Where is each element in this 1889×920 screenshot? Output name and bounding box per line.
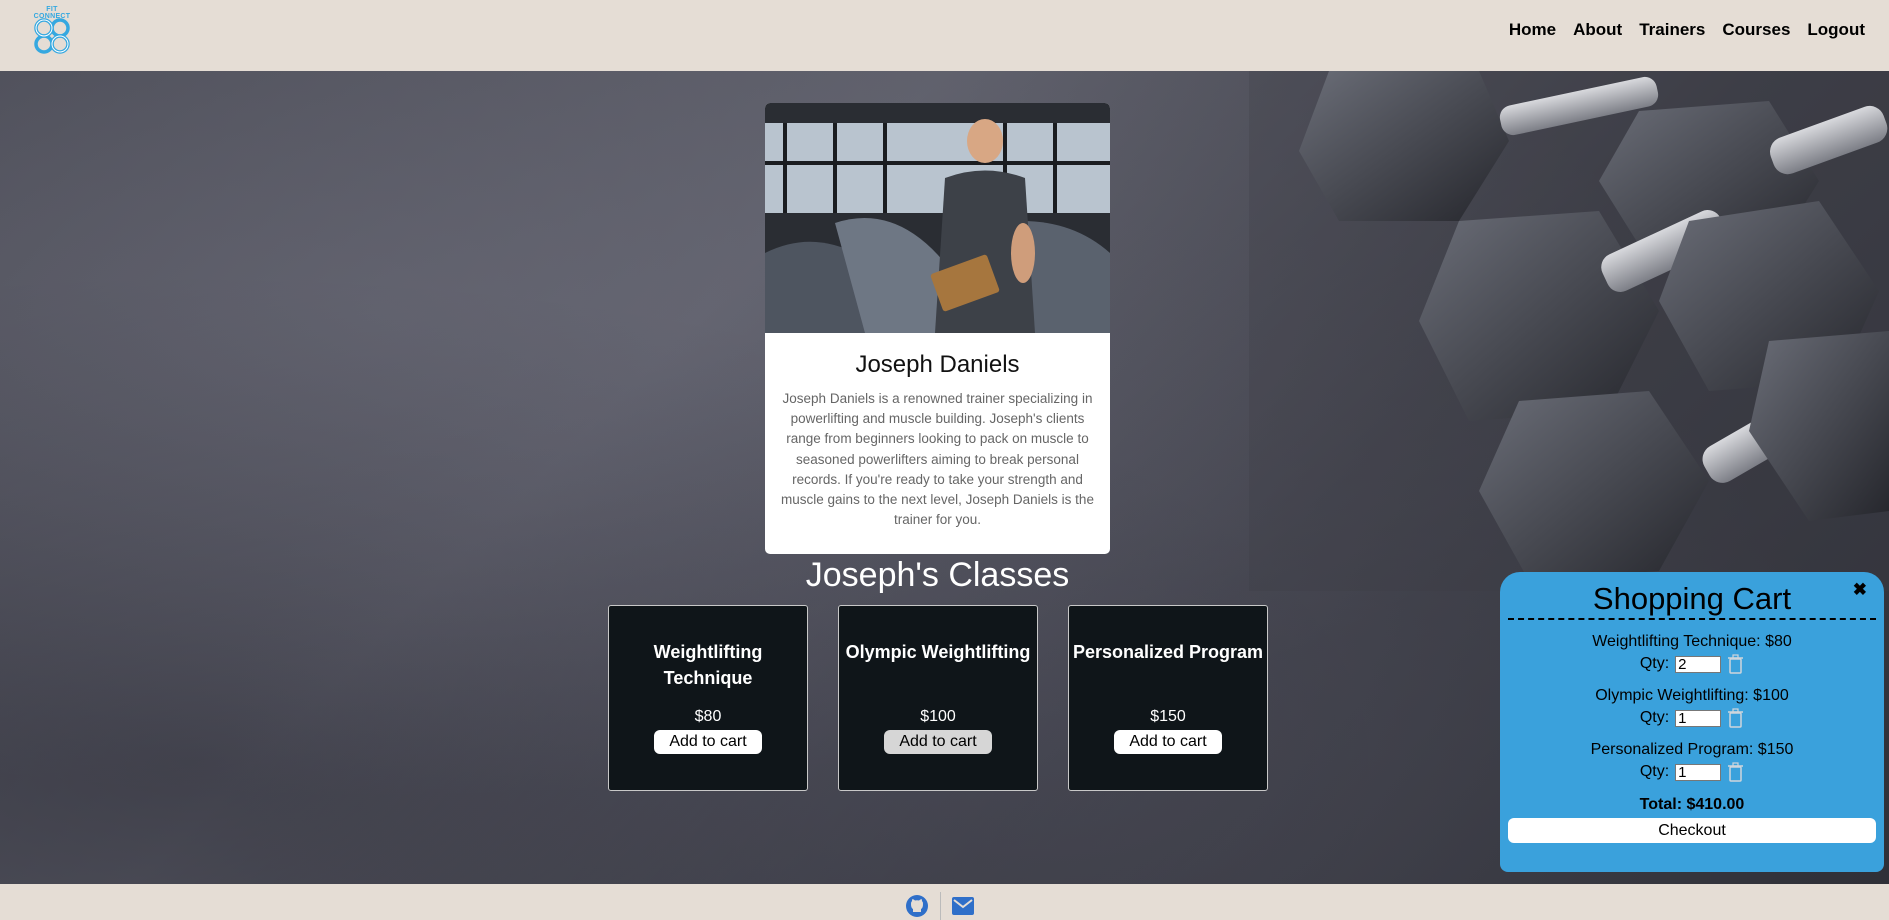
qty-label: Qty: [1639,763,1670,780]
qty-row: Qty: [1500,708,1884,728]
mail-icon[interactable] [952,897,974,915]
add-to-cart-button[interactable]: Add to cart [884,730,992,754]
qty-row: Qty: [1500,762,1884,782]
trash-icon[interactable] [1727,708,1744,728]
trainer-name: Joseph Daniels [855,351,1020,378]
class-price: $80 [694,708,722,725]
github-icon[interactable] [905,894,929,918]
footer-separator [940,892,941,920]
cart-item-label: Weightlifting Technique: $80 [1592,633,1792,650]
nav-logout-link[interactable]: Logout [1807,20,1865,40]
qty-label: Qty: [1639,709,1670,726]
cart-item: Personalized Program: $150 Qty: [1500,741,1884,782]
nav-trainers-link[interactable]: Trainers [1639,20,1705,40]
trainer-bio: Joseph Daniels is a renowned trainer spe… [781,391,1094,528]
class-card-olympic-weightlifting: Olympic Weightlifting $100 Add to cart [838,605,1038,791]
trainer-photo [765,103,1110,333]
qty-row: Qty: [1500,654,1884,674]
footer-icons [905,892,974,920]
add-to-cart-button[interactable]: Add to cart [1114,730,1222,754]
shopping-cart-panel: ✖ Shopping Cart Weightlifting Technique:… [1500,572,1884,872]
qty-input[interactable] [1675,709,1722,727]
cart-item: Olympic Weightlifting: $100 Qty: [1500,687,1884,728]
nav-home-link[interactable]: Home [1509,20,1556,40]
class-name: Personalized Program [1072,642,1264,662]
fit-connect-logo[interactable]: FIT CONNECT [30,6,74,56]
cart-item-label: Personalized Program: $150 [1590,741,1794,758]
cart-item: Weightlifting Technique: $80 Qty: [1500,633,1884,674]
cart-item-label: Olympic Weightlifting: $100 [1595,687,1789,704]
qty-label: Qty: [1639,655,1670,672]
trash-icon[interactable] [1727,762,1744,782]
logo-text: FIT CONNECT [33,6,71,20]
class-name: Olympic Weightlifting [845,642,1031,662]
checkout-button[interactable]: Checkout [1508,818,1876,843]
qty-input[interactable] [1675,655,1722,673]
add-to-cart-button[interactable]: Add to cart [654,730,762,754]
class-price: $150 [1150,708,1186,725]
cart-total: Total: $410.00 [1639,796,1745,813]
class-price: $100 [920,708,956,725]
site-header: FIT CONNECT Home About Trainers Courses … [0,0,1889,71]
trash-icon[interactable] [1727,654,1744,674]
nav-courses-link[interactable]: Courses [1722,20,1790,40]
dumbbells-background-image [1249,71,1889,591]
close-icon[interactable]: ✖ [1853,580,1867,600]
main-nav: Home About Trainers Courses Logout [1509,20,1865,40]
class-card-weightlifting-technique: Weightlifting Technique $80 Add to cart [608,605,808,791]
cart-title: Shopping Cart [1592,581,1792,616]
class-name: Weightlifting Technique [653,642,763,688]
qty-input[interactable] [1675,763,1722,781]
trainer-card: Joseph Daniels Joseph Daniels is a renow… [765,103,1110,554]
site-footer [0,884,1889,920]
cart-divider [1508,618,1876,620]
class-card-personalized-program: Personalized Program $150 Add to cart [1068,605,1268,791]
nav-about-link[interactable]: About [1573,20,1622,40]
